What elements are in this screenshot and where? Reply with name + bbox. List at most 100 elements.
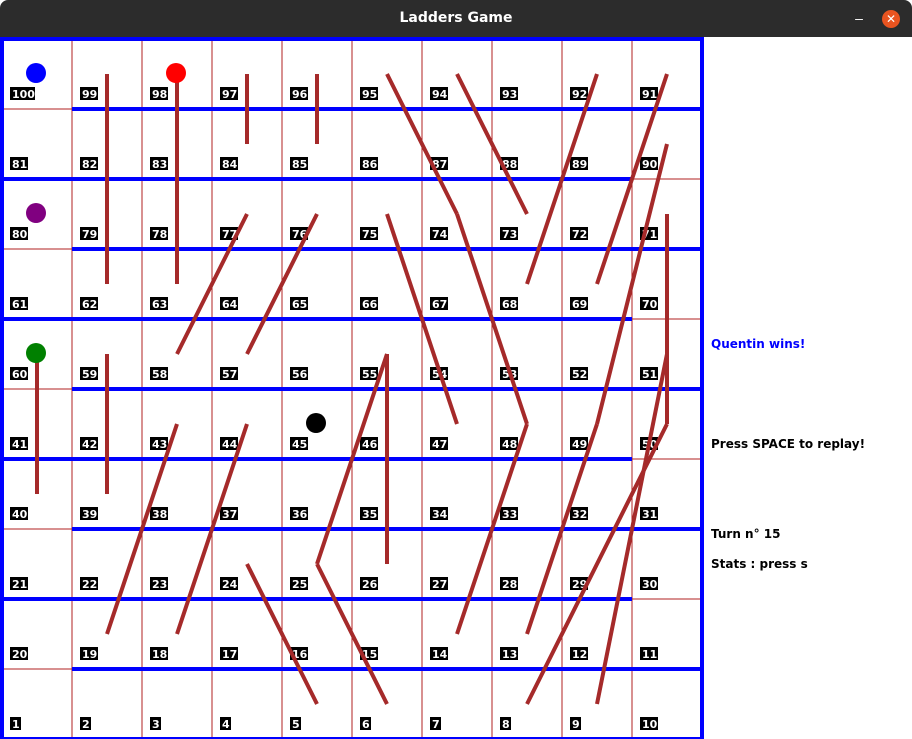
square-label: 98 (152, 88, 167, 101)
square-label: 51 (642, 368, 657, 381)
square-label: 1 (12, 718, 20, 731)
square-label: 89 (572, 158, 587, 171)
square-label: 68 (502, 298, 517, 311)
square-label: 6 (362, 718, 370, 731)
square-label: 67 (432, 298, 447, 311)
square-label: 58 (152, 368, 167, 381)
square-label: 45 (292, 438, 307, 451)
square-label: 63 (152, 298, 167, 311)
square-label: 7 (432, 718, 440, 731)
black-token (306, 413, 326, 433)
square-label: 10 (642, 718, 658, 731)
square-label: 31 (642, 508, 657, 521)
square-label: 14 (432, 648, 448, 661)
square-label: 32 (572, 508, 587, 521)
square-label: 60 (12, 368, 28, 381)
square-label: 69 (572, 298, 587, 311)
square-label: 74 (432, 228, 448, 241)
square-label: 19 (82, 648, 97, 661)
square-label: 96 (292, 88, 308, 101)
turn-counter: Turn n° 15 (711, 527, 781, 541)
square-label: 92 (572, 88, 587, 101)
square-label: 52 (572, 368, 587, 381)
square-label: 39 (82, 508, 97, 521)
square-label: 30 (642, 578, 658, 591)
square-label: 23 (152, 578, 167, 591)
square-label: 4 (222, 718, 230, 731)
close-button[interactable]: ✕ (882, 10, 900, 28)
square-label: 18 (152, 648, 167, 661)
square-label: 42 (82, 438, 97, 451)
red-token (166, 63, 186, 83)
square-label: 97 (222, 88, 237, 101)
square-label: 62 (82, 298, 97, 311)
square-label: 91 (642, 88, 657, 101)
square-label: 70 (642, 298, 658, 311)
blue-token (26, 63, 46, 83)
square-label: 61 (12, 298, 27, 311)
square-label: 59 (82, 368, 97, 381)
stats-hint: Stats : press s (711, 557, 808, 571)
square-label: 25 (292, 578, 307, 591)
square-label: 100 (12, 88, 35, 101)
square-label: 26 (362, 578, 378, 591)
game-board: 1 2 3 4 5 6 7 8 9 101112131415161718192021 22 23 24 2… (0, 37, 704, 739)
square-label: 34 (432, 508, 448, 521)
square-label: 65 (292, 298, 307, 311)
square-label: 94 (432, 88, 448, 101)
square-label: 8 (502, 718, 510, 731)
square-label: 35 (362, 508, 377, 521)
winner-message: Quentin wins! (711, 337, 806, 351)
square-label: 95 (362, 88, 377, 101)
square-label: 85 (292, 158, 307, 171)
square-label: 17 (222, 648, 237, 661)
square-label: 5 (292, 718, 300, 731)
square-label: 80 (12, 228, 28, 241)
square-label: 47 (432, 438, 447, 451)
minimize-button[interactable]: – (848, 8, 870, 30)
square-label: 90 (642, 158, 658, 171)
square-label: 22 (82, 578, 97, 591)
square-label: 78 (152, 228, 167, 241)
square-label: 9 (572, 718, 580, 731)
square-label: 12 (572, 648, 587, 661)
replay-instruction: Press SPACE to replay! (711, 437, 866, 451)
square-label: 81 (12, 158, 27, 171)
square-label: 36 (292, 508, 308, 521)
window-title: Ladders Game (399, 10, 513, 26)
square-label: 79 (82, 228, 97, 241)
square-label: 99 (82, 88, 97, 101)
square-label: 41 (12, 438, 27, 451)
square-label: 55 (362, 368, 377, 381)
square-label: 24 (222, 578, 238, 591)
square-label: 72 (572, 228, 587, 241)
square-label: 38 (152, 508, 167, 521)
square-label: 3 (152, 718, 160, 731)
square-label: 28 (502, 578, 517, 591)
square-label: 49 (572, 438, 587, 451)
square-label: 83 (152, 158, 167, 171)
square-label: 40 (12, 508, 28, 521)
square-label: 13 (502, 648, 517, 661)
square-label: 73 (502, 228, 517, 241)
square-label: 93 (502, 88, 517, 101)
square-label: 44 (222, 438, 238, 451)
square-label: 37 (222, 508, 237, 521)
square-label: 20 (12, 648, 28, 661)
square-label: 33 (502, 508, 517, 521)
square-label: 66 (362, 298, 378, 311)
square-label: 64 (222, 298, 238, 311)
square-label: 21 (12, 578, 27, 591)
square-label: 82 (82, 158, 97, 171)
title-bar: Ladders Game – ✕ (0, 0, 912, 37)
green-token (26, 343, 46, 363)
square-label: 27 (432, 578, 447, 591)
square-label: 75 (362, 228, 377, 241)
square-label: 84 (222, 158, 238, 171)
square-label: 43 (152, 438, 167, 451)
square-label: 2 (82, 718, 90, 731)
square-label: 11 (642, 648, 657, 661)
square-label: 57 (222, 368, 237, 381)
square-label: 86 (362, 158, 378, 171)
purple-token (26, 203, 46, 223)
